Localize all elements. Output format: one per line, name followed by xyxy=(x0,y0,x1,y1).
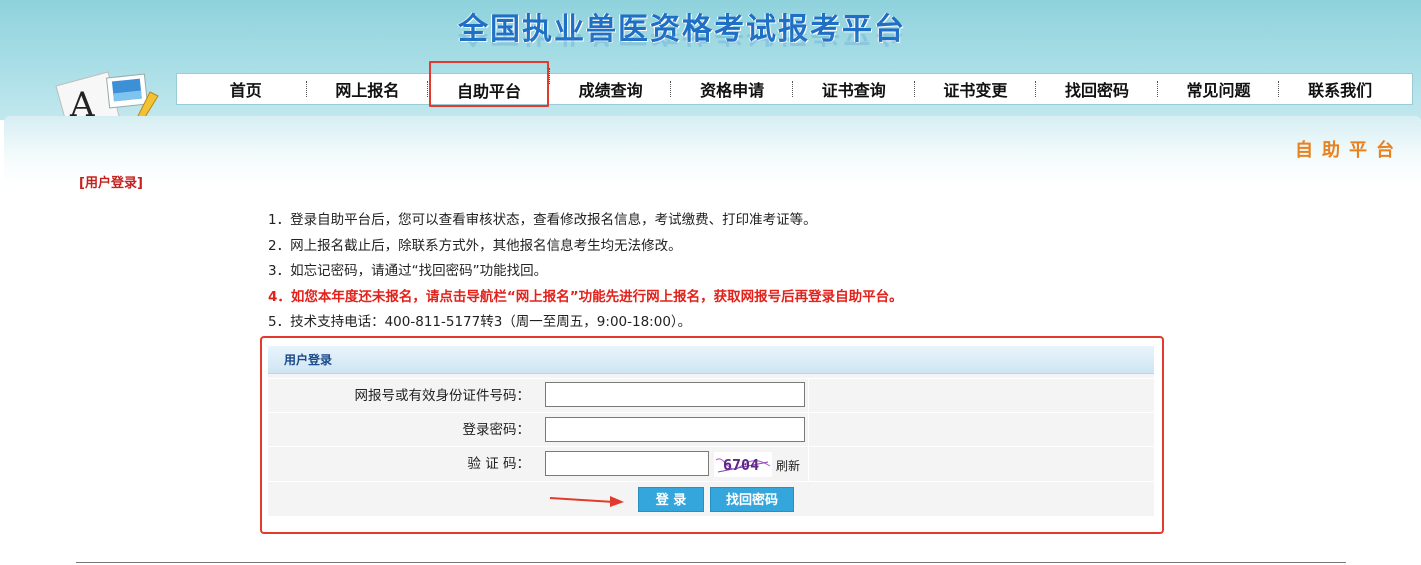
instruction-item: 2．网上报名截止后，除联系方式外，其他报名信息考生均无法修改。 xyxy=(268,237,682,254)
nav-recover-password[interactable]: 找回密码 xyxy=(1036,73,1158,105)
main-nav: 首页 网上报名 自助平台 成绩查询 资格申请 证书查询 证书变更 找回密码 常见… xyxy=(176,61,1413,107)
instruction-item: 3．如忘记密码，请通过“找回密码”功能找回。 xyxy=(268,263,548,279)
footer-divider xyxy=(76,562,1346,563)
instruction-list: 1．登录自助平台后，您可以查看审核状态，查看修改报名信息，考试缴费、打印准考证等… xyxy=(268,210,1168,338)
nav-contact-us[interactable]: 联系我们 xyxy=(1279,73,1401,105)
instruction-item: 1．登录自助平台后，您可以查看审核状态，查看修改报名信息，考试缴费、打印准考证等… xyxy=(268,212,817,228)
instruction-item-highlight: 4．如您本年度还未报名，请点击导航栏“网上报名”功能先进行网上报名，获取网报号后… xyxy=(268,288,903,305)
nav-certificate-change[interactable]: 证书变更 xyxy=(915,73,1037,105)
nav-home[interactable]: 首页 xyxy=(185,73,307,105)
logo-icon: A xyxy=(55,71,159,122)
annotation-highlight-box xyxy=(260,336,1164,534)
nav-score-query[interactable]: 成绩查询 xyxy=(550,73,672,105)
instruction-item: 5．技术支持电话：400-811-5177转3（周一至周五，9:00-18:00… xyxy=(268,314,692,330)
nav-online-registration[interactable]: 网上报名 xyxy=(307,73,429,105)
nav-faq[interactable]: 常见问题 xyxy=(1158,73,1280,105)
section-label: [用户登录] xyxy=(79,176,143,191)
site-title-reflection: 全国执业兽医资格考试报考平台 xyxy=(458,34,928,56)
nav-qualification-application[interactable]: 资格申请 xyxy=(671,73,793,105)
page-heading: 自助平台 xyxy=(1295,140,1403,161)
nav-certificate-query[interactable]: 证书查询 xyxy=(793,73,915,105)
nav-self-service[interactable]: 自助平台 xyxy=(428,60,550,108)
